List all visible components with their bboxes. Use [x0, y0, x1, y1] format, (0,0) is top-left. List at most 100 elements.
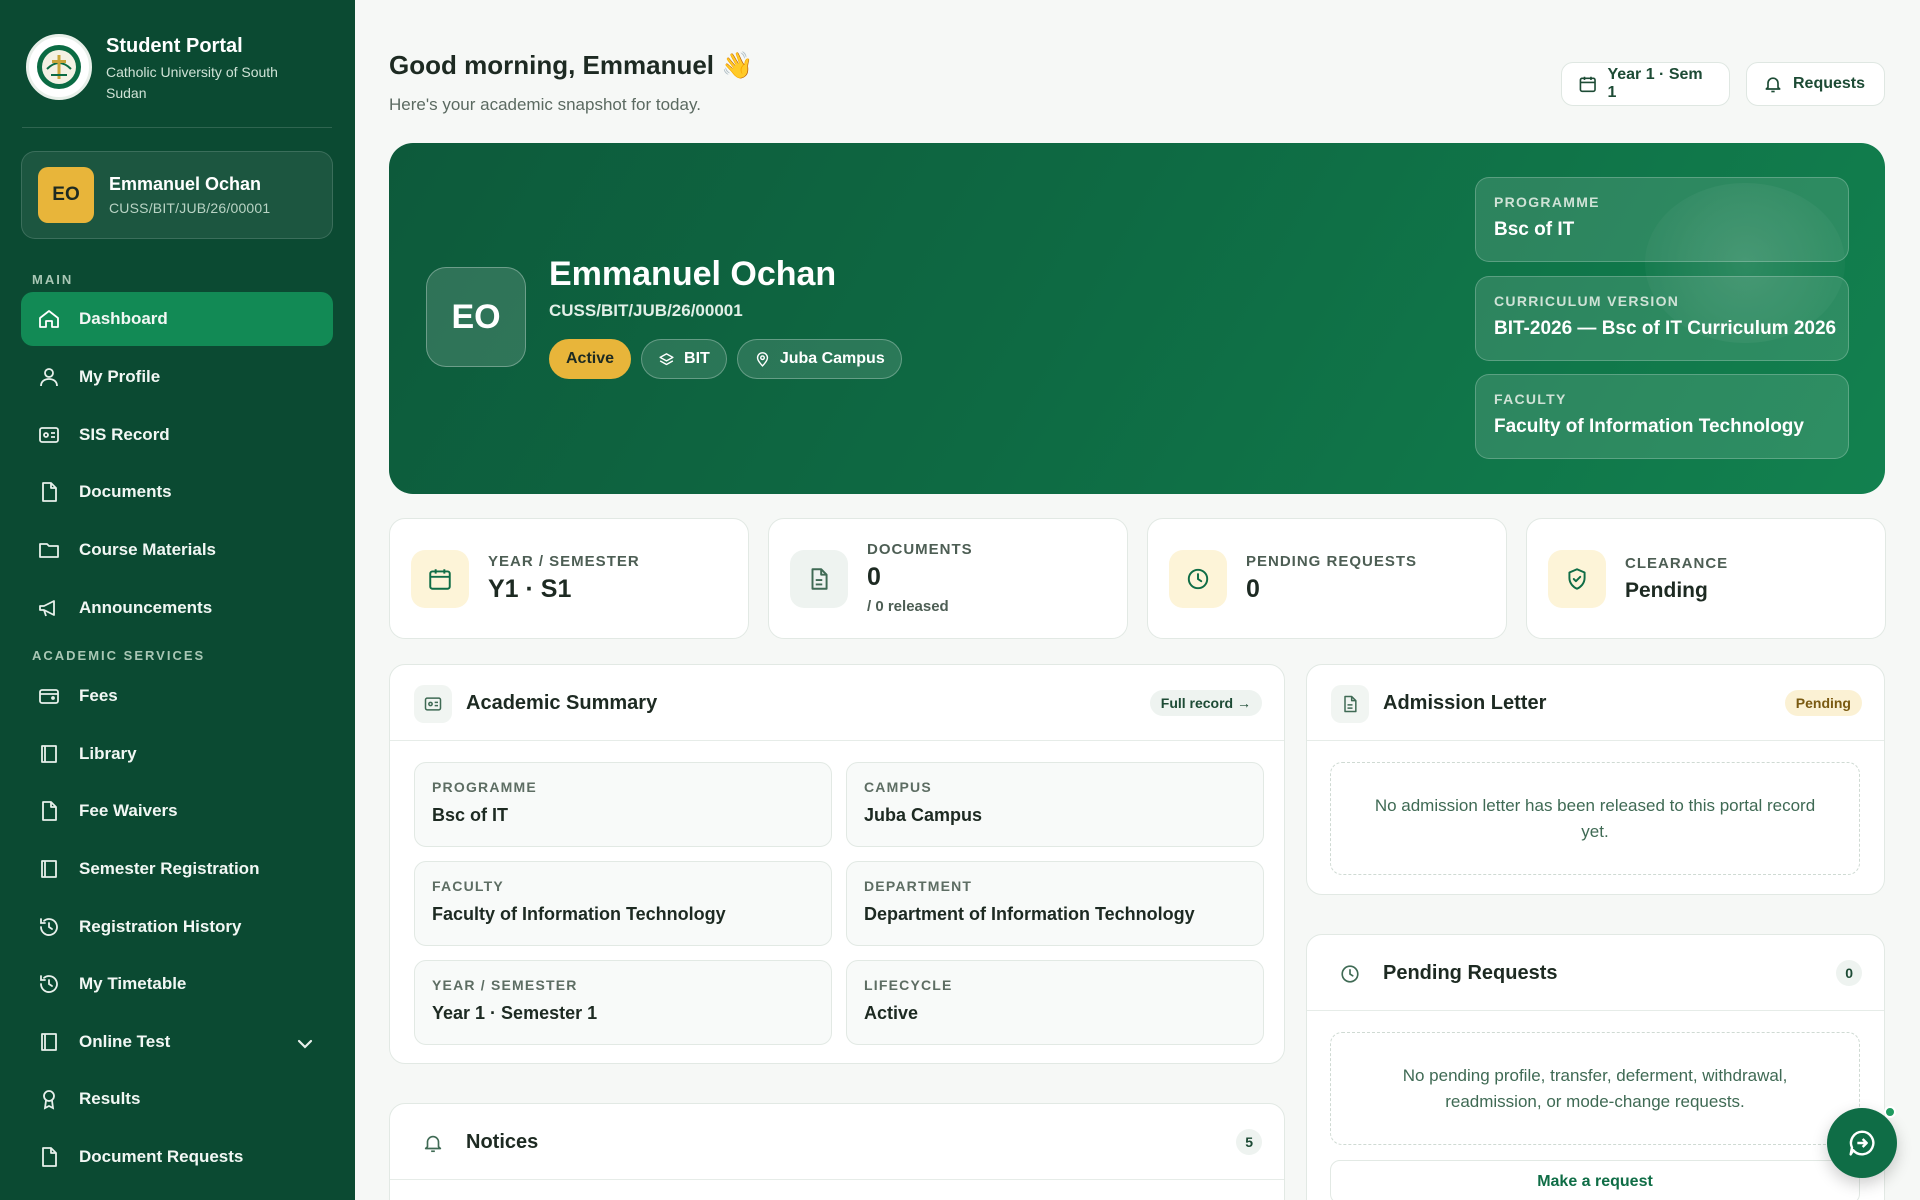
hero-info-label: FACULTY — [1494, 391, 1567, 407]
home-icon — [39, 310, 59, 328]
layers-icon — [659, 352, 674, 365]
term-button[interactable]: Year 1 · Sem 1 — [1561, 62, 1730, 106]
hero-info-label: PROGRAMME — [1494, 194, 1600, 210]
field-campus: CAMPUS Juba Campus — [846, 762, 1264, 847]
megaphone-icon — [39, 600, 55, 617]
programme-tag: BIT — [641, 339, 727, 379]
requests-button[interactable]: Requests — [1746, 62, 1885, 106]
sidebar-item-label: My Profile — [79, 367, 161, 386]
pending-requests-panel: Pending Requests 0 No pending profile, t… — [1306, 934, 1885, 1200]
sidebar-item-my-profile[interactable]: My Profile — [21, 350, 333, 404]
programme-tag-label: BIT — [684, 350, 710, 367]
award-icon — [43, 1090, 55, 1110]
hero-info-faculty: FACULTY Faculty of Information Technolog… — [1475, 374, 1849, 459]
sidebar-item-label: Registration History — [79, 917, 242, 936]
hero-student-name: Emmanuel Ochan — [549, 255, 837, 293]
hero-student-id: CUSS/BIT/JUB/26/00001 — [549, 301, 743, 320]
field-label: LIFECYCLE — [864, 977, 953, 993]
sidebar-item-dashboard[interactable]: Dashboard — [21, 292, 333, 346]
stat-card-year-semester: YEAR / SEMESTER Y1 · S1 — [389, 518, 749, 639]
hero-info-value: BIT-2026 — Bsc of IT Curriculum 2026 — [1494, 318, 1837, 339]
sidebar-item-online-test[interactable]: Online Test — [21, 1015, 333, 1069]
stat-label: PENDING REQUESTS — [1246, 553, 1418, 570]
university-crest-icon — [26, 34, 92, 100]
academic-summary-panel: Academic Summary Full record → PROGRAMME… — [389, 664, 1285, 1064]
panel-header: Admission Letter Pending — [1307, 665, 1884, 741]
sidebar-item-document-requests[interactable]: Document Requests — [21, 1130, 333, 1184]
sidebar-item-label: Document Requests — [79, 1147, 244, 1166]
sidebar-item-label: Course Materials — [79, 540, 216, 559]
book-icon — [41, 745, 57, 763]
hero-info-value: Bsc of IT — [1494, 219, 1575, 240]
clock-icon — [1169, 550, 1227, 608]
file-icon — [42, 801, 57, 821]
hero-info-curriculum: CURRICULUM VERSION BIT-2026 — Bsc of IT … — [1475, 276, 1849, 361]
stat-card-documents: DOCUMENTS 0 / 0 released — [768, 518, 1128, 639]
sidebar-item-label: Library — [79, 744, 137, 763]
sidebar-item-registration-history[interactable]: Registration History — [21, 900, 333, 954]
clock-icon — [1331, 955, 1369, 993]
sidebar-item-library[interactable]: Library — [21, 727, 333, 781]
sidebar-item-fee-waivers[interactable]: Fee Waivers — [21, 784, 333, 838]
sidebar-item-sis-record[interactable]: SIS Record — [21, 408, 333, 462]
document-icon — [1331, 685, 1369, 723]
hero-info-value: Faculty of Information Technology — [1494, 416, 1804, 437]
admission-letter-panel: Admission Letter Pending No admission le… — [1306, 664, 1885, 895]
user-card[interactable]: EO Emmanuel Ochan CUSS/BIT/JUB/26/00001 — [21, 151, 333, 239]
campus-tag: Juba Campus — [736, 339, 902, 379]
sidebar-item-label: Results — [79, 1089, 141, 1108]
field-label: FACULTY — [432, 878, 504, 894]
book-icon — [41, 860, 57, 878]
field-year-semester: YEAR / SEMESTER Year 1 · Semester 1 — [414, 960, 832, 1045]
panel-header: Academic Summary Full record → — [390, 665, 1284, 741]
make-request-button[interactable]: Make a request — [1330, 1160, 1860, 1200]
stat-card-clearance: CLEARANCE Pending — [1526, 518, 1886, 639]
sidebar-item-my-timetable[interactable]: My Timetable — [21, 957, 333, 1011]
status-badge: Active — [549, 339, 632, 379]
field-faculty: FACULTY Faculty of Information Technolog… — [414, 861, 832, 946]
page-title: Good morning, Emmanuel 👋 — [389, 50, 754, 80]
stat-value: Pending — [1625, 579, 1708, 602]
notices-panel: Notices 5 — [389, 1103, 1285, 1200]
sidebar-item-label: My Timetable — [79, 974, 187, 993]
id-card-icon — [39, 427, 59, 443]
field-label: YEAR / SEMESTER — [432, 977, 578, 993]
sidebar-item-label: Semester Registration — [79, 859, 260, 878]
notices-count-badge: 5 — [1236, 1129, 1262, 1155]
sidebar-item-results[interactable]: Results — [21, 1072, 333, 1126]
shield-check-icon — [1548, 550, 1606, 608]
field-value: Active — [864, 1003, 919, 1023]
chevron-down-icon[interactable] — [293, 1032, 317, 1056]
full-record-link[interactable]: Full record → — [1149, 690, 1262, 716]
hero-info-label: CURRICULUM VERSION — [1494, 293, 1680, 309]
file-icon — [42, 482, 57, 502]
map-pin-icon — [756, 351, 768, 367]
hero-avatar: EO — [426, 267, 526, 367]
user-icon — [40, 368, 58, 387]
chat-button[interactable] — [1827, 1108, 1897, 1178]
student-hero-card: EO Emmanuel Ochan CUSS/BIT/JUB/26/00001 … — [389, 143, 1885, 494]
field-value: Juba Campus — [864, 805, 983, 825]
calendar-icon — [411, 550, 469, 608]
sidebar-item-announcements[interactable]: Announcements — [21, 581, 333, 635]
stat-label: CLEARANCE — [1625, 555, 1729, 572]
campus-tag-label: Juba Campus — [779, 350, 885, 367]
wallet-icon — [39, 689, 59, 704]
nav-section-main: MAIN — [32, 272, 74, 287]
sidebar-item-course-materials[interactable]: Course Materials — [21, 523, 333, 577]
folder-icon — [39, 543, 59, 558]
field-programme: PROGRAMME Bsc of IT — [414, 762, 832, 847]
sidebar-item-label: Dashboard — [79, 309, 168, 328]
stat-label: DOCUMENTS — [867, 541, 973, 558]
file-icon — [42, 1147, 57, 1167]
status-badge: Pending — [1784, 690, 1862, 716]
field-label: DEPARTMENT — [864, 878, 973, 894]
status-badge-label: Active — [566, 350, 615, 367]
sidebar-item-documents[interactable]: Documents — [21, 465, 333, 519]
bell-icon — [414, 1124, 452, 1162]
history-icon — [40, 975, 58, 993]
sidebar-item-semester-registration[interactable]: Semester Registration — [21, 842, 333, 896]
sidebar: Student Portal Catholic University of So… — [0, 0, 355, 1200]
sidebar-item-fees[interactable]: Fees — [21, 669, 333, 723]
hero-tags: Active BIT Juba Campus — [549, 339, 902, 379]
